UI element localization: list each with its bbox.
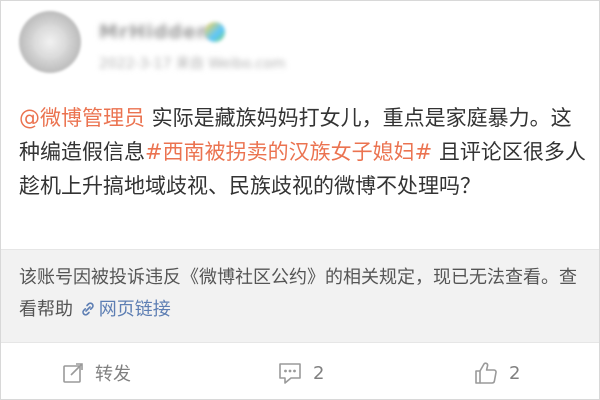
hashtag-link[interactable]: #西南被拐卖的汉族女子媳妇# [145,140,432,164]
username-blurred[interactable]: MrHidden [99,21,211,43]
link-icon [81,302,94,316]
avatar[interactable] [19,11,81,73]
web-link-label: 网页链接 [98,299,171,320]
action-bar: 转发 2 2 [1,347,599,399]
post-text: @微博管理员 实际是藏族妈妈打女儿，重点是家庭暴力。这种编造假信息#西南被拐卖的… [19,101,587,203]
unavailable-notice: 该账号因被投诉违反《微博社区公约》的相关规定，现已无法查看。查看帮助 网页链接 [1,249,599,343]
weibo-post-card: MrHidden 2022-3-17 来自 Weibo.com @微博管理员 实… [0,0,600,400]
post-meta-blurred: 2022-3-17 来自 Weibo.com [99,56,286,72]
post-header: MrHidden 2022-3-17 来自 Weibo.com [1,1,599,97]
comment-button[interactable]: 2 [277,347,324,399]
repost-button[interactable]: 转发 [61,347,131,399]
comment-icon [279,363,301,384]
repost-label: 转发 [95,364,131,385]
mention-link[interactable]: @微博管理员 [19,106,145,130]
like-icon [475,362,497,384]
user-badge-icon [205,22,225,42]
web-link[interactable]: 网页链接 [79,299,171,320]
comment-count: 2 [313,362,325,384]
repost-icon [63,363,83,383]
like-count: 2 [509,362,521,384]
notice-text-block: 该账号因被投诉违反《微博社区公约》的相关规定，现已无法查看。查看帮助 网页链接 [19,262,585,326]
like-button[interactable]: 2 [473,347,520,399]
